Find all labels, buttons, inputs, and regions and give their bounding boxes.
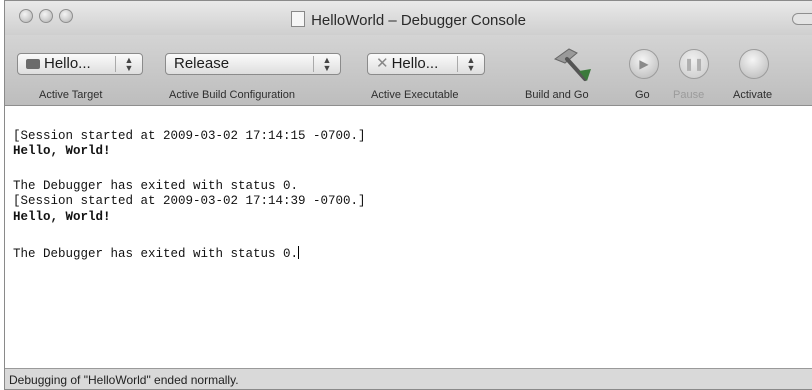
toolbar-toggle-button[interactable] [792,13,812,25]
debugger-console-window: HelloWorld – Debugger Console Hello... ▲… [4,0,812,390]
activate-icon [739,49,769,79]
title-bar: HelloWorld – Debugger Console [5,1,812,35]
window-title-text: HelloWorld – Debugger Console [311,12,526,29]
active-target-label: Active Target [39,89,103,101]
toolbar: Hello... ▲ ▼ Active Target Release ▲ ▼ Act… [5,35,812,106]
activate-label: Activate [733,89,773,101]
popup-arrows-icon: ▲ ▼ [322,55,332,73]
active-executable-value: Hello... [391,55,439,72]
executable-icon: ✕ [376,55,389,72]
build-configuration-popup[interactable]: Release ▲ ▼ [165,53,341,75]
console-line: The Debugger has exited with status 0. [13,247,299,261]
console-line: Hello, World! [13,210,111,224]
build-configuration-label: Active Build Configuration [169,89,295,101]
active-executable-popup[interactable]: ✕ Hello... ▲ ▼ [367,53,485,75]
status-bar: Debugging of "HelloWorld" ended normally… [5,369,812,389]
pause-label: Pause [673,89,705,101]
pause-icon: ❚❚ [679,49,709,79]
window-title: HelloWorld – Debugger Console [5,11,812,29]
target-icon [26,59,40,69]
popup-arrows-icon: ▲ ▼ [466,55,476,73]
hammer-icon [553,48,591,81]
console-line-with-caret: The Debugger has exited with status 0. [13,246,300,261]
play-icon: ▶ [629,49,659,79]
go-label: Go [635,89,650,101]
build-configuration-value: Release [174,55,230,72]
active-executable-label: Active Executable [371,89,459,101]
active-target-value: Hello... [44,55,91,72]
console-output[interactable]: [Session started at 2009-03-02 17:14:15 … [5,106,812,369]
active-target-popup[interactable]: Hello... ▲ ▼ [17,53,143,75]
console-line: [Session started at 2009-03-02 17:14:39 … [13,194,366,208]
build-and-go-label: Build and Go [525,89,589,101]
document-icon [291,11,306,27]
text-caret [298,246,300,259]
console-line: Hello, World! [13,144,111,158]
console-line: The Debugger has exited with status 0. [13,179,299,193]
popup-arrows-icon: ▲ ▼ [124,55,134,73]
status-text: Debugging of "HelloWorld" ended normally… [9,373,239,387]
console-line: [Session started at 2009-03-02 17:14:15 … [13,129,366,143]
